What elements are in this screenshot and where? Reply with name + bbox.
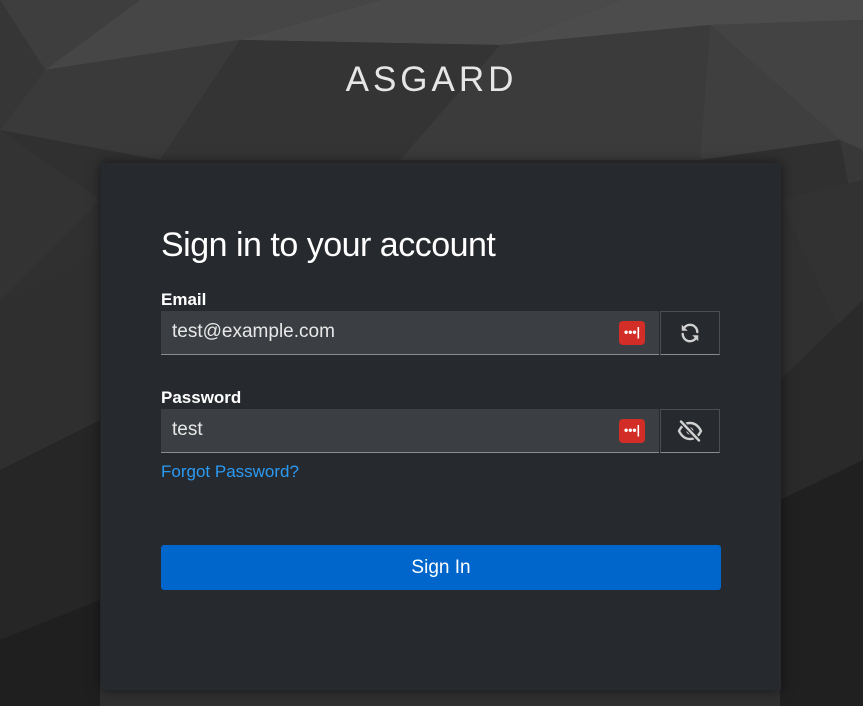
- email-field-container: •••|: [161, 311, 659, 355]
- brand-logo: ASGARD: [345, 60, 518, 99]
- password-field[interactable]: [161, 409, 601, 451]
- refresh-icon: [681, 323, 699, 343]
- email-label: Email: [161, 290, 207, 309]
- toggle-password-visibility-button[interactable]: [660, 409, 720, 453]
- email-field[interactable]: [161, 311, 601, 353]
- password-field-container: •••|: [161, 409, 659, 453]
- password-label: Password: [161, 388, 242, 407]
- forgot-password-link[interactable]: Forgot Password?: [161, 462, 299, 482]
- login-card: Sign in to your account Email •••| Passw…: [101, 163, 781, 690]
- password-manager-icon[interactable]: •••|: [619, 321, 645, 345]
- password-manager-icon[interactable]: •••|: [619, 419, 645, 443]
- refresh-button[interactable]: [660, 311, 720, 355]
- eye-slash-icon: [677, 420, 703, 442]
- page-title: Sign in to your account: [161, 226, 496, 264]
- sign-in-button[interactable]: Sign In: [161, 545, 721, 590]
